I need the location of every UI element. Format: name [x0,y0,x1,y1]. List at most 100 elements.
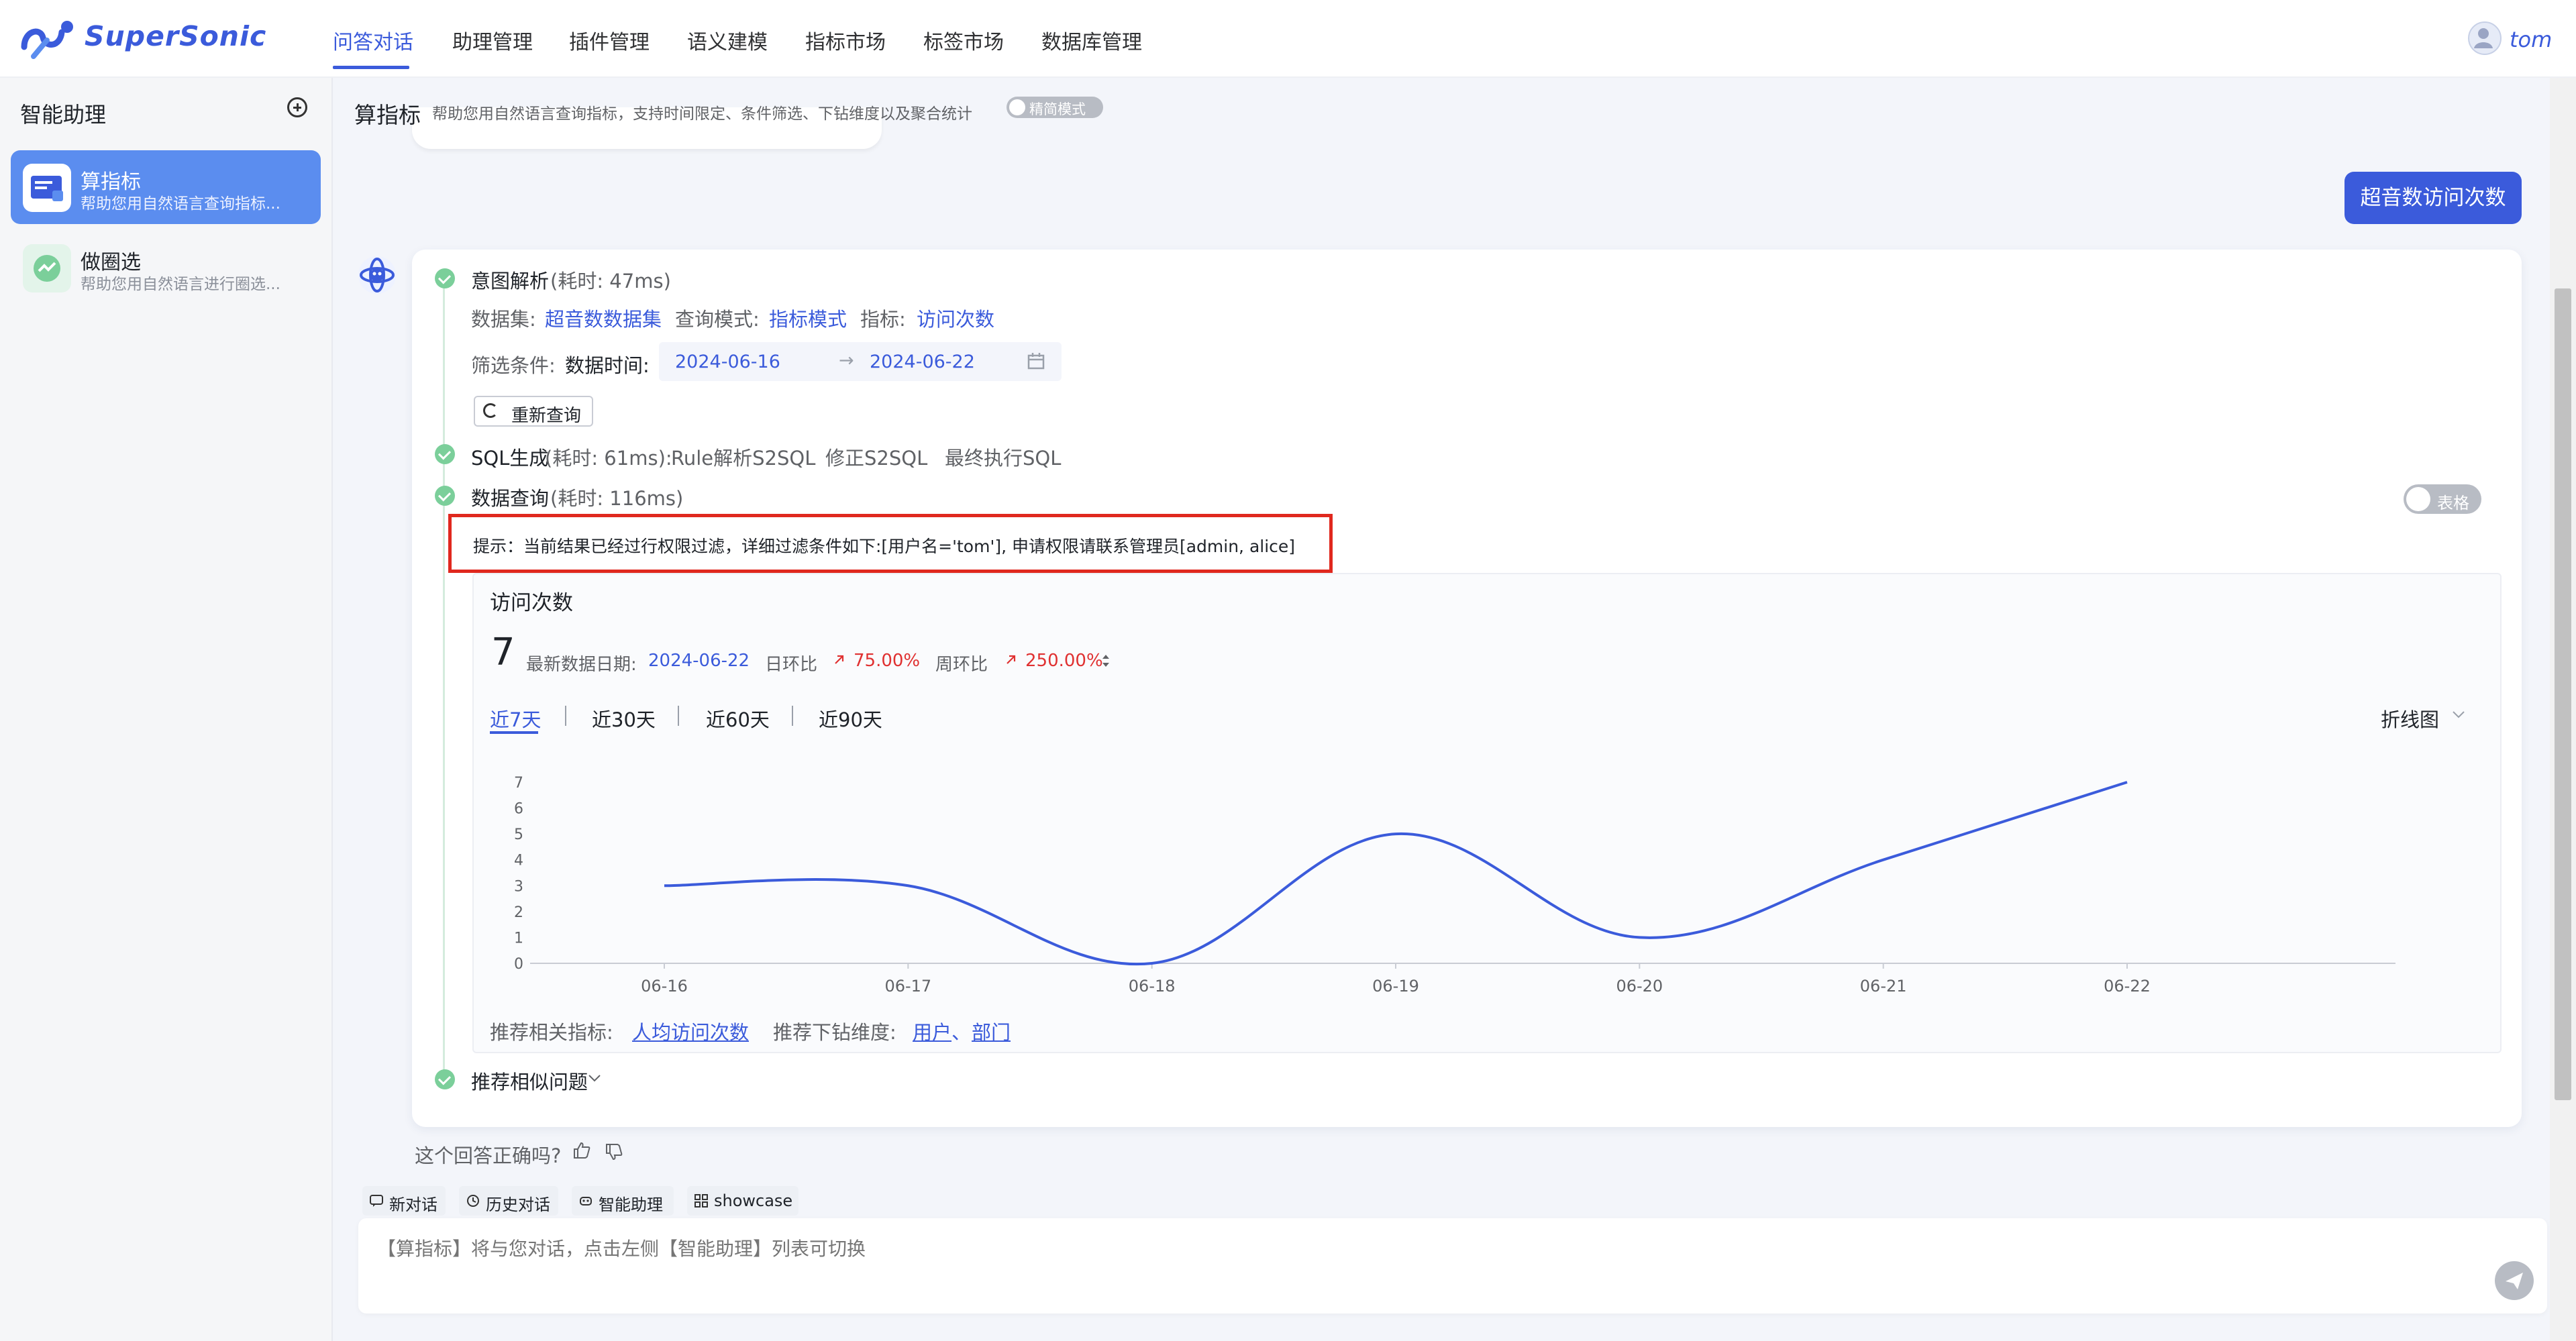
dataset-label: 数据集: [471,308,536,331]
requery-label: 重新查询 [511,406,582,426]
toggle-label: 表格 [2437,494,2469,513]
range-active-indicator [490,731,538,734]
rec-dim-user[interactable]: 用户 [913,1017,951,1045]
toggle-knob [1009,99,1025,115]
chevron-down-icon[interactable] [2452,710,2465,719]
nav-tab-5[interactable]: 标签市场 [923,25,1004,55]
x-tick-label: 06-21 [1860,977,1907,993]
nav-tab-4[interactable]: 指标市场 [805,25,886,55]
grid-icon [694,1194,708,1208]
week-ratio-value: 250.00% [1025,651,1103,671]
x-tick-label: 06-20 [1616,977,1663,993]
sidebar-agent-metric[interactable]: 算指标 帮助您用自然语言查询指标... [11,150,321,224]
nav-tab-2[interactable]: 插件管理 [569,25,650,55]
date-label: 数据时间: [565,354,650,377]
range-divider [678,706,679,726]
steps-timeline [443,282,445,1080]
rec-metric-label: 推荐相关指标: [490,1021,613,1044]
showcase-button[interactable]: showcase [687,1186,798,1216]
agent-desc: 帮助您用自然语言查询指标... [81,195,280,213]
latest-date: 2024-06-22 [648,651,750,671]
history-button[interactable]: 历史对话 [459,1186,558,1216]
feedback-question: 这个回答正确吗? [415,1144,562,1167]
dataset-link[interactable]: 超音数数据集 [545,304,662,332]
range-divider [565,706,566,726]
y-tick-label: 7 [514,775,523,792]
y-tick-label: 1 [514,930,523,947]
step-data-title: 数据查询 [471,487,550,510]
select-agent-icon [23,244,71,292]
username[interactable]: tom [2510,27,2552,52]
latest-date-label: 最新数据日期: [526,655,637,675]
scrollbar-thumb[interactable] [2555,288,2571,1100]
nav-tab-6[interactable]: 数据库管理 [1041,25,1142,55]
nav-tab-0[interactable]: 问答对话 [333,25,413,55]
x-tick-label: 06-22 [2104,977,2151,993]
query-mode-label: 查询模式: [675,308,760,331]
agent-desc: 帮助您用自然语言进行圈选... [81,276,280,293]
y-tick-label: 3 [514,878,523,895]
range-tab-60d[interactable]: 近60天 [706,704,770,733]
button-label: 历史对话 [486,1195,550,1214]
nav-tab-3[interactable]: 语义建模 [687,25,768,55]
date-start[interactable]: 2024-06-16 [675,352,780,372]
toggle-label: 精简模式 [1029,101,1086,117]
rec-dim-label: 推荐下钻维度: [773,1021,896,1044]
app-name: SuperSonic [85,20,267,52]
rec-metric-link[interactable]: 人均访问次数 [632,1017,749,1045]
nav-tab-1[interactable]: 助理管理 [452,25,533,55]
metric-link[interactable]: 访问次数 [917,304,994,332]
range-tab-90d[interactable]: 近90天 [819,704,882,733]
send-button[interactable] [2495,1261,2534,1300]
date-end[interactable]: 2024-06-22 [870,352,975,372]
user-question-bubble: 超音数访问次数 [2345,172,2522,224]
add-agent-icon[interactable] [287,97,307,117]
sql-rule-link[interactable]: Rule解析S2SQL [671,443,815,471]
send-icon [2506,1273,2523,1289]
thumbs-up-icon[interactable] [572,1140,592,1161]
table-view-toggle[interactable]: 表格 [2404,484,2481,514]
range-tab-30d[interactable]: 近30天 [592,704,656,733]
chart-type-select[interactable]: 折线图 [2381,704,2439,733]
query-mode-link[interactable]: 指标模式 [769,304,847,332]
arrow-up-right-icon [835,655,844,664]
sql-correct-link[interactable]: 修正S2SQL [825,443,927,471]
button-label: 新对话 [389,1195,437,1214]
new-chat-button[interactable]: 新对话 [362,1186,446,1216]
chat-input[interactable] [376,1237,2391,1260]
chat-icon [370,1195,383,1207]
chevron-down-icon[interactable] [588,1073,601,1083]
thumbs-down-icon[interactable] [604,1142,624,1162]
metric-agent-icon [23,164,71,212]
date-separator: → [839,350,854,371]
metric-card-title: 访问次数 [490,591,573,615]
button-label: showcase [714,1191,793,1210]
y-tick-label: 0 [514,956,523,973]
avatar[interactable] [2468,21,2502,55]
y-tick-label: 6 [514,801,523,818]
sort-icon[interactable] [1100,652,1111,669]
x-tick-label: 06-16 [641,977,688,993]
metric-value: 7 [491,631,515,674]
requery-button[interactable]: 重新查询 [474,396,593,427]
button-label: 智能助理 [599,1195,663,1214]
permission-hint-text: 提示：当前结果已经过行权限过滤，详细过滤条件如下:[用户名='tom'], 申请… [473,537,1296,556]
date-range-picker[interactable]: 2024-06-16 → 2024-06-22 [659,342,1062,381]
series-line [664,781,2128,966]
simple-mode-toggle[interactable]: 精简模式 [1007,97,1103,118]
arrow-up-right-icon [1007,655,1016,664]
chat-input-box[interactable] [358,1218,2547,1313]
step-intent-time: (耗时: 47ms) [550,270,671,292]
step-done-icon [435,1069,455,1089]
rec-dim-dept[interactable]: 部门 [972,1017,1011,1045]
range-tab-7d[interactable]: 近7天 [490,704,541,733]
filter-label: 筛选条件: [471,354,556,377]
week-ratio-label: 周环比 [935,655,988,675]
rec-dim-separator: 、 [951,1021,972,1044]
similar-questions-toggle[interactable]: 推荐相似问题 [471,1067,588,1095]
agent-button[interactable]: 智能助理 [572,1186,674,1216]
reload-icon [483,403,498,418]
permission-hint: 提示：当前结果已经过行权限过滤，详细过滤条件如下:[用户名='tom'], 申请… [448,514,1333,573]
sql-final-link[interactable]: 最终执行SQL [945,443,1061,471]
sidebar-agent-select[interactable]: 做圈选 帮助您用自然语言进行圈选... [11,231,321,305]
